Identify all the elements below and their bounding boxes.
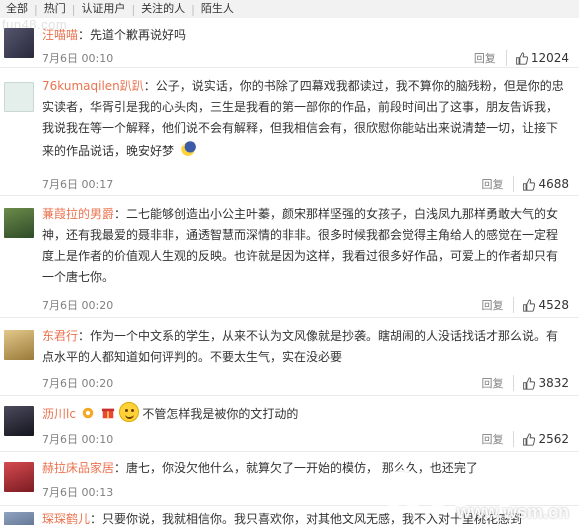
comment-meta: 7月6日 00:13	[42, 484, 569, 500]
thumbs-up-icon	[515, 51, 528, 65]
tab-all[interactable]: 全部	[0, 0, 34, 18]
comment-text: 赫拉床品家居：唐七，你没欠他什么，就算欠了一开始的模仿， 那么久，也还完了	[42, 458, 569, 479]
like-count: 4528	[538, 298, 569, 312]
like-count: 2562	[538, 432, 569, 446]
like-button[interactable]: 3832	[522, 376, 569, 390]
comment-text: 汪喵喵：先道个歉再说好吗	[42, 25, 569, 46]
reply-button[interactable]: 回复	[481, 176, 515, 192]
reply-button[interactable]: 回复	[481, 375, 515, 391]
comment-author[interactable]: 76kumaqilen趴趴	[42, 79, 144, 93]
gift-badge-icon	[101, 408, 114, 419]
like-button[interactable]: 4688	[522, 177, 569, 191]
comment-item: 赫拉床品家居：唐七，你没欠他什么，就算欠了一开始的模仿， 那么久，也还完了 7月…	[0, 456, 579, 506]
comment-time: 7月6日 00:10	[42, 433, 114, 446]
comment-body: ：唐七，你没欠他什么，就算欠了一开始的模仿， 那么久，也还完了	[114, 461, 478, 475]
comment-text: 76kumaqilen趴趴：公子，说实话，你的书除了四幕戏我都读过，我不算你的脑…	[42, 76, 569, 162]
tab-hot[interactable]: 热门	[38, 0, 72, 18]
comment-author[interactable]: 琛琛鹤儿	[42, 512, 90, 525]
comment-item: 蒹葭拉的男爵：二七能够创造出小公主叶蓁，颜宋那样坚强的女孩子，白浅凤九那样勇敢大…	[0, 200, 579, 318]
smile-emoji-icon	[119, 402, 140, 422]
comment-meta: 7月6日 00:10 回复 2562	[42, 431, 569, 447]
tab-verified[interactable]: 认证用户	[75, 0, 131, 18]
comment-actions: 回复 4528	[481, 297, 569, 313]
avatar[interactable]	[4, 330, 34, 360]
comment-item: 汪喵喵：先道个歉再说好吗 7月6日 00:10 回复 12024	[0, 22, 579, 68]
like-count: 3832	[538, 376, 569, 390]
tab-strangers[interactable]: 陌生人	[195, 0, 240, 18]
comment-time: 7月6日 00:13	[42, 486, 114, 499]
comment-body: 不管怎样我是被你的文打动的	[142, 407, 299, 421]
avatar[interactable]	[4, 512, 34, 525]
comment-author[interactable]: 蒹葭拉的男爵	[42, 207, 114, 221]
filter-tabs: 全部 | 热门 | 认证用户 | 关注的人 | 陌生人	[0, 0, 579, 18]
avatar[interactable]	[4, 208, 34, 238]
thumbs-up-icon	[523, 432, 536, 446]
avatar[interactable]	[4, 82, 34, 112]
comment-time: 7月6日 00:20	[42, 299, 114, 312]
comment-author[interactable]: 沥川lc	[42, 407, 76, 421]
comment-meta: 7月6日 00:17 回复 4688	[42, 176, 569, 192]
svg-text:z: z	[182, 142, 185, 148]
comment-item: 沥川lc 不管怎样我是被你的文打动的 7月6日 00:10 回复 2562	[0, 400, 579, 452]
reply-button[interactable]: 回复	[481, 431, 515, 447]
comment-text: 琛琛鹤儿：只要你说，我就相信你。我只喜欢你，对其他文风无感，我不入对十里桃花感到	[42, 509, 569, 525]
comment-time: 7月6日 00:17	[42, 178, 114, 191]
tab-following[interactable]: 关注的人	[135, 0, 191, 18]
comment-item: 东君行：作为一个中文系的学生，从来不认为文风像就是抄袭。瞎胡闹的人没话找话才那么…	[0, 322, 579, 396]
comment-meta: 7月6日 00:10 回复 12024	[42, 50, 569, 66]
like-button[interactable]: 2562	[522, 432, 569, 446]
comment-time: 7月6日 00:20	[42, 377, 114, 390]
avatar[interactable]	[4, 28, 34, 58]
avatar[interactable]	[4, 406, 34, 436]
comment-time: 7月6日 00:10	[42, 52, 114, 65]
comment-meta: 7月6日 00:20 回复 3832	[42, 375, 569, 391]
moon-sleep-emoji-icon: z	[181, 141, 196, 156]
comment-item: 琛琛鹤儿：只要你说，我就相信你。我只喜欢你，对其他文风无感，我不入对十里桃花感到	[0, 508, 579, 525]
comment-body: ：作为一个中文系的学生，从来不认为文风像就是抄袭。瞎胡闹的人没话找话才那么说。有…	[42, 329, 559, 364]
comment-actions: 回复 2562	[481, 431, 569, 447]
avatar[interactable]	[4, 462, 34, 492]
reply-button[interactable]: 回复	[474, 50, 507, 66]
comment-text: 东君行：作为一个中文系的学生，从来不认为文风像就是抄袭。瞎胡闹的人没话找话才那么…	[42, 326, 569, 368]
like-count: 12024	[530, 51, 569, 65]
thumbs-up-icon	[523, 298, 536, 312]
comment-body: ：先道个歉再说好吗	[78, 28, 187, 42]
comment-author[interactable]: 汪喵喵	[42, 28, 78, 42]
comment-body: ：只要你说，我就相信你。我只喜欢你，对其他文风无感，我不入对十里桃花感到	[90, 512, 523, 525]
like-button[interactable]: 4528	[522, 298, 569, 312]
reply-button[interactable]: 回复	[481, 297, 515, 313]
comment-meta: 7月6日 00:20 回复 4528	[42, 297, 569, 313]
like-count: 4688	[538, 177, 569, 191]
thumbs-up-icon	[523, 177, 536, 191]
comment-item: 76kumaqilen趴趴：公子，说实话，你的书除了四幕戏我都读过，我不算你的脑…	[0, 72, 579, 196]
comment-actions: 回复 12024	[474, 50, 569, 66]
comment-author[interactable]: 赫拉床品家居	[42, 461, 114, 475]
comment-text: 沥川lc 不管怎样我是被你的文打动的	[42, 402, 569, 425]
like-button[interactable]: 12024	[515, 51, 569, 65]
comment-actions: 回复 3832	[481, 375, 569, 391]
comment-body: ：二七能够创造出小公主叶蓁，颜宋那样坚强的女孩子，白浅凤九那样勇敢大气的女神，还…	[42, 207, 559, 284]
comment-actions: 回复 4688	[481, 176, 569, 192]
comment-author[interactable]: 东君行	[42, 329, 78, 343]
flower-badge-icon	[82, 407, 94, 419]
comment-text: 蒹葭拉的男爵：二七能够创造出小公主叶蓁，颜宋那样坚强的女孩子，白浅凤九那样勇敢大…	[42, 204, 569, 288]
thumbs-up-icon	[523, 376, 536, 390]
